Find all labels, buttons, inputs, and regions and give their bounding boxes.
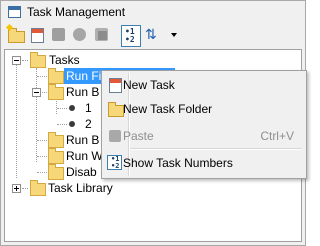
toolbar-button-4[interactable] <box>71 26 89 44</box>
chevron-down-icon <box>171 33 177 37</box>
folder-icon <box>30 52 46 68</box>
numbers-icon: •1 •2 <box>125 27 135 44</box>
window-icon <box>8 6 21 18</box>
tree-line <box>57 108 67 109</box>
folder-icon <box>30 180 46 196</box>
show-task-numbers-button[interactable]: •1 •2 <box>121 25 141 47</box>
folder-new-icon <box>8 28 25 43</box>
expand-icon[interactable] <box>12 184 21 193</box>
menu-item-label: Paste <box>123 129 154 143</box>
tree-node-tasks[interactable]: Tasks <box>5 52 301 68</box>
menu-item-new-task-folder[interactable]: New Task Folder <box>104 98 304 120</box>
tree-node-label: Disab <box>66 165 97 179</box>
folder-icon <box>48 84 64 100</box>
tree-node-label: Tasks <box>49 53 80 67</box>
tree-line <box>37 76 47 77</box>
folder-icon <box>48 68 64 84</box>
bullet-icon <box>69 121 75 127</box>
bullet-icon <box>69 105 75 111</box>
menu-item-label: Show Task Numbers <box>123 156 233 170</box>
tree-node-label: Run B <box>66 85 100 99</box>
tree-node-label: Task Library <box>48 181 113 195</box>
title-bar[interactable]: Task Management <box>1 1 305 23</box>
sort-button[interactable]: ⇅ <box>144 26 162 44</box>
dropdown-button[interactable] <box>165 26 183 44</box>
task-management-window: Task Management •1 •2 ⇅ Tasks Run Run B … <box>0 0 307 246</box>
menu-item-show-task-numbers[interactable]: •1 •2 Show Task Numbers <box>104 152 304 174</box>
menu-item-label: New Task Folder <box>123 102 213 116</box>
window-title: Task Management <box>27 5 126 19</box>
menu-item-shortcut: Ctrl+V <box>260 129 294 143</box>
new-task-button[interactable] <box>28 26 46 44</box>
menu-item-paste: Paste Ctrl+V <box>104 125 304 147</box>
folder-icon <box>48 132 64 148</box>
context-menu: New Task New Task Folder Paste Ctrl+V •1… <box>101 70 307 179</box>
folder-icon <box>107 101 124 117</box>
tree-node-label: Run B <box>66 133 100 147</box>
new-folder-button[interactable] <box>5 23 25 44</box>
menu-separator <box>130 148 302 150</box>
toolbar: •1 •2 ⇅ <box>1 23 305 49</box>
gray-square-icon <box>52 28 65 41</box>
tree-line <box>37 172 47 173</box>
gray-circle-icon <box>73 28 86 41</box>
tree-line <box>22 188 28 189</box>
tree-line <box>37 140 47 141</box>
tree-node-label: Run W <box>66 149 103 163</box>
task-new-icon <box>31 28 44 43</box>
toolbar-button-3[interactable] <box>50 26 68 44</box>
menu-item-new-task[interactable]: New Task <box>104 74 304 96</box>
tree-node-task-library[interactable]: Task Library <box>5 180 301 196</box>
tree-node-label: 1 <box>85 101 92 115</box>
tree-line <box>37 156 47 157</box>
gray-stack-icon <box>95 28 108 41</box>
tree-line <box>42 92 47 93</box>
numbers-icon: •1 •2 <box>107 155 123 171</box>
toolbar-button-5[interactable] <box>93 26 111 44</box>
paste-icon <box>107 128 123 144</box>
tree-line <box>22 60 28 61</box>
tree-node-label: 2 <box>85 117 92 131</box>
menu-item-label: New Task <box>123 78 175 92</box>
folder-icon <box>48 148 64 164</box>
sort-icon: ⇅ <box>145 27 157 43</box>
task-icon <box>107 77 123 93</box>
collapse-icon[interactable] <box>32 88 41 97</box>
tree-line <box>57 124 67 125</box>
folder-icon <box>48 164 64 180</box>
collapse-icon[interactable] <box>12 56 21 65</box>
